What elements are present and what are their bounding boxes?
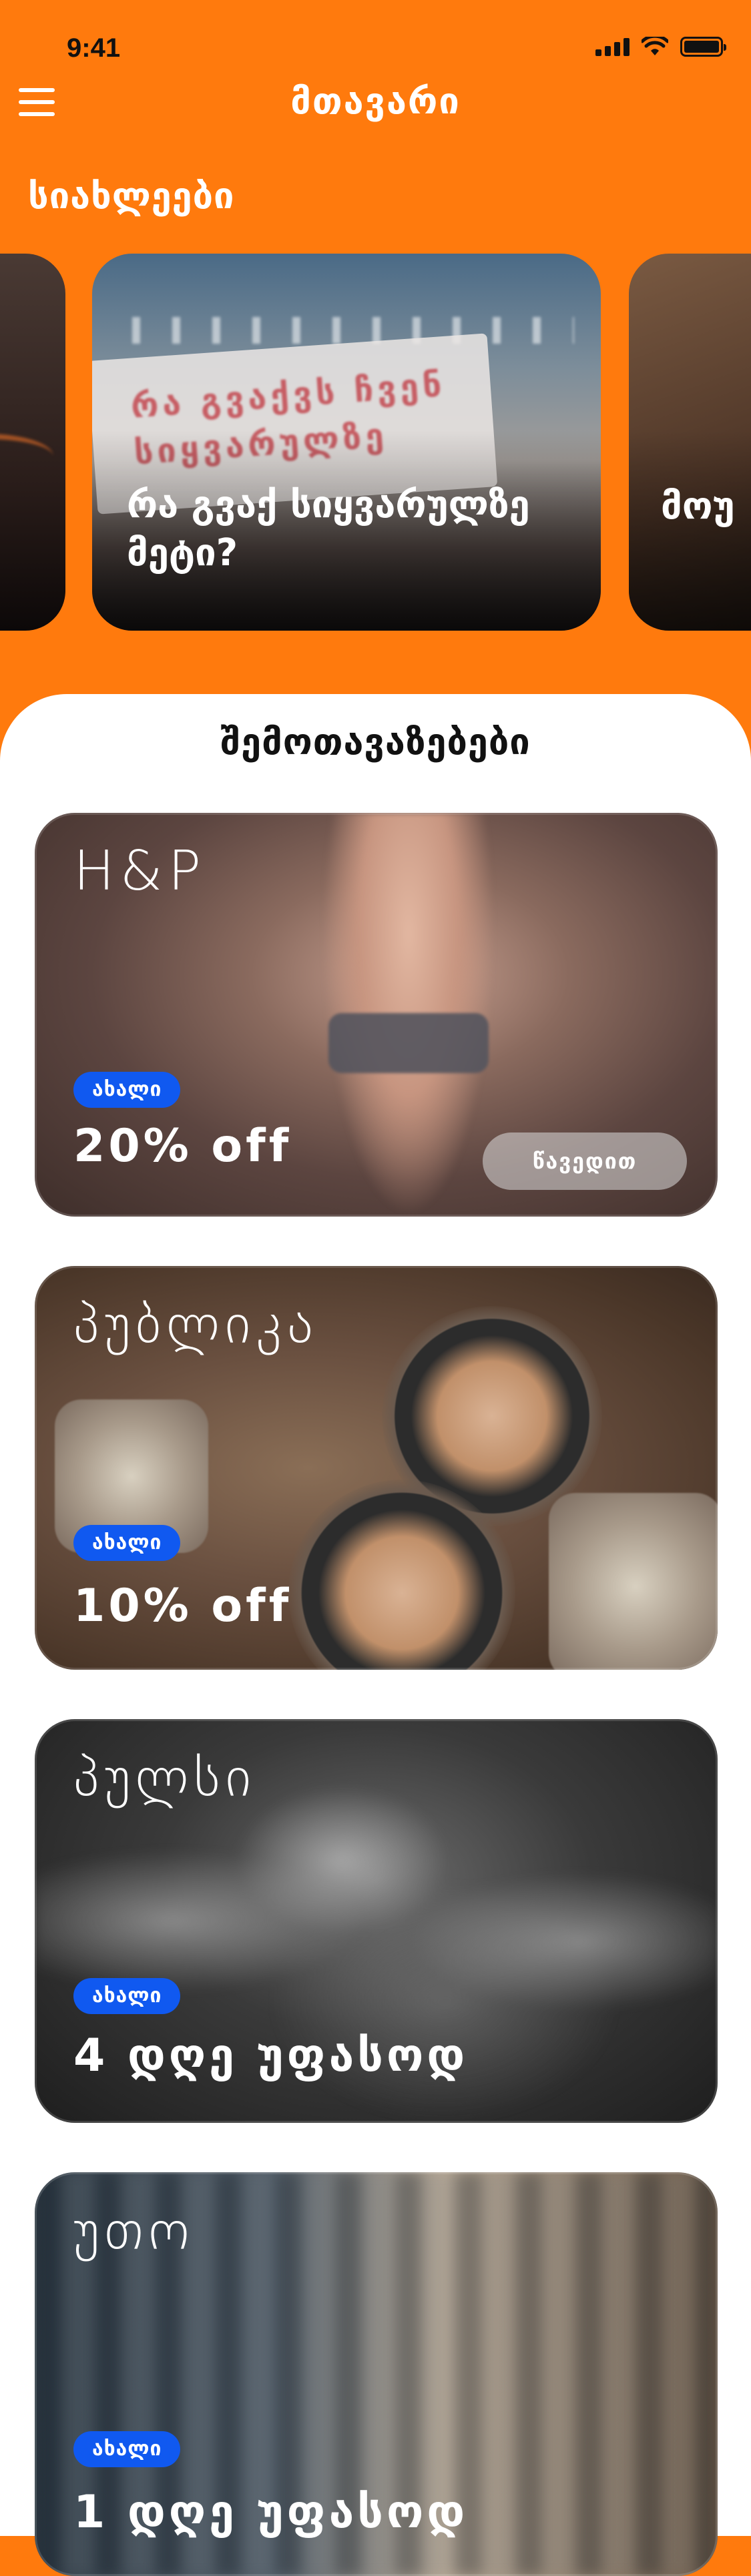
news-section-title: სიახლეები (28, 175, 235, 217)
news-card-shade (629, 430, 751, 631)
news-card[interactable] (0, 254, 65, 631)
cellular-signal-icon (595, 37, 630, 56)
news-card[interactable]: რა გვაქვს ჩვენ სიყვარულზე რა გვაქ სიყვარ… (92, 254, 601, 631)
plant-image (549, 1493, 718, 1670)
news-card-image (132, 317, 574, 344)
coffee-cup-image (382, 1306, 602, 1526)
plant-image (55, 1399, 208, 1553)
page-title: მთავარი (290, 80, 461, 122)
offer-image (322, 813, 495, 1217)
offers-section-title: შემოთავაზებები (220, 721, 531, 763)
offer-discount: 1 დღე უფასოდ (73, 2486, 469, 2539)
offer-image-detail (328, 1013, 489, 1073)
coffee-cup-image (288, 1480, 515, 1670)
header: მთავარი (0, 73, 751, 127)
news-card-title: მოუ (661, 485, 735, 528)
offer-card[interactable]: უთო ახალი 1 დღე უფასოდ (35, 2172, 718, 2576)
offer-image (35, 2172, 718, 2576)
offer-card[interactable]: პუბლიკა ახალი 10% off (35, 1266, 718, 1670)
offer-brand: უთო (73, 2199, 195, 2262)
go-button[interactable]: წავედით (483, 1133, 687, 1190)
offer-image (35, 1719, 718, 2123)
new-badge: ახალი (73, 2431, 181, 2467)
new-badge: ახალი (73, 1525, 181, 1561)
offers-panel: შემოთავაზებები H&P ახალი 20% off წავედით… (0, 694, 751, 2576)
offer-discount: 20% off (73, 1120, 292, 1173)
offer-card[interactable]: პულსი ახალი 4 დღე უფასოდ (35, 1719, 718, 2123)
status-icons (595, 33, 726, 60)
offer-brand: H&P (73, 840, 207, 903)
news-carousel[interactable]: რა გვაქვს ჩვენ სიყვარულზე რა გვაქ სიყვარ… (0, 254, 751, 631)
news-card-image (0, 434, 53, 479)
battery-icon (680, 37, 726, 57)
news-card[interactable]: მოუ (629, 254, 751, 631)
wifi-icon (642, 37, 668, 55)
offer-discount: 4 დღე უფასოდ (73, 2029, 469, 2082)
offer-discount: 10% off (73, 1580, 292, 1632)
offer-brand: პუბლიკა (73, 1293, 318, 1356)
new-badge: ახალი (73, 1072, 181, 1108)
offer-brand: პულსი (73, 1746, 256, 1809)
news-card-title: რა გვაქ სიყვარულზე მეტი? (127, 483, 530, 575)
status-time: 9:41 (67, 33, 121, 63)
offer-card[interactable]: H&P ახალი 20% off წავედით (35, 813, 718, 1217)
new-badge: ახალი (73, 1978, 181, 2014)
